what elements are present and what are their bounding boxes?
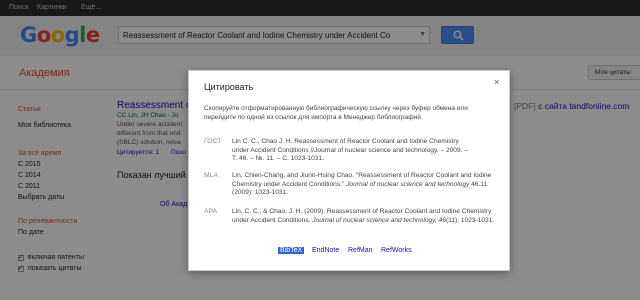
citation-journal: Journal of nuclear science and technolog… [346,180,470,188]
format-label-apa: APA [204,208,218,215]
export-refworks-link[interactable]: RefWorks [381,247,412,254]
export-refman-link[interactable]: RefMan [348,247,373,254]
export-endnote-link[interactable]: EndNote [312,247,339,254]
citation-tail: (11), 1023-1031. [445,216,495,224]
citation-line: Lin C. C., Chao J. H. Reassessment of Re… [232,138,459,145]
dialog-title: Цитировать [204,82,254,92]
citation-line: under Accident Conditions //Journal of n… [232,146,468,154]
close-icon[interactable]: × [494,77,499,87]
citation-gost[interactable]: Lin C. C., Chao J. H. Reassessment of Re… [232,138,500,164]
citation-apa[interactable]: Lin, C. C., & Chao, J. H. (2009). Reasse… [232,208,500,225]
citation-journal: Journal of nuclear science and technolog… [312,216,446,224]
format-label-mla: MLA [204,172,218,179]
citation-line: Т. 46. – №. 11. – С. 1023-1031. [232,155,324,163]
cite-dialog: Цитировать × Скопируйте отформатированну… [188,70,510,271]
export-bibtex-link[interactable]: BibTeX [278,247,305,254]
format-label-gost: ГОСТ [204,138,222,145]
citation-mla[interactable]: Lin, Chien-Chang, and Jiunn-Hsing Chao. … [232,172,500,198]
dialog-intro: Скопируйте отформатированную библиографи… [204,105,468,121]
